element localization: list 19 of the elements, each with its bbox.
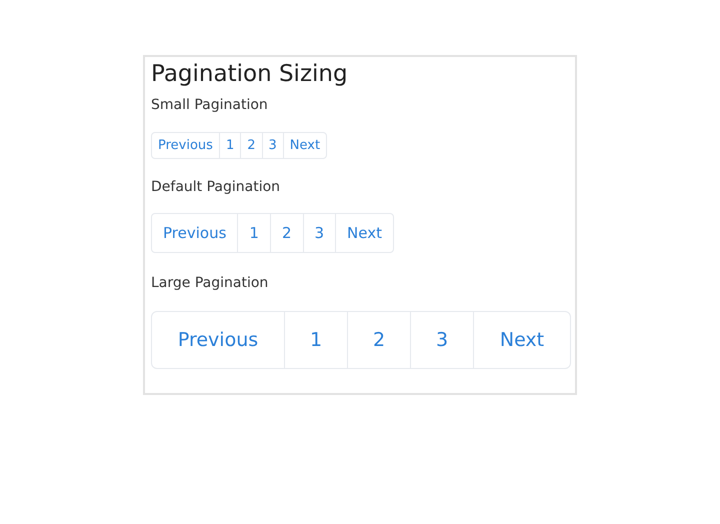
page-link[interactable]: 3 bbox=[410, 312, 473, 368]
page-link[interactable]: Next bbox=[335, 214, 393, 252]
page-link[interactable]: Previous bbox=[152, 214, 238, 252]
page-link[interactable]: Next bbox=[282, 133, 326, 158]
section-label: Default Pagination bbox=[151, 179, 282, 195]
page-link[interactable]: Previous bbox=[152, 312, 284, 368]
page-link[interactable]: 2 bbox=[240, 133, 262, 158]
page-title: Pagination Sizing bbox=[151, 60, 349, 89]
page-link[interactable]: 3 bbox=[302, 214, 336, 252]
section-label: Large Pagination bbox=[151, 275, 270, 291]
page-link[interactable]: 3 bbox=[262, 133, 283, 158]
page-link[interactable]: Next bbox=[473, 312, 570, 368]
page-link[interactable]: 1 bbox=[237, 214, 270, 252]
page-link[interactable]: 2 bbox=[347, 312, 410, 368]
page-link[interactable]: Previous bbox=[152, 133, 219, 158]
page-link[interactable]: 1 bbox=[218, 133, 240, 158]
section-label: Small Pagination bbox=[151, 97, 269, 113]
page-link[interactable]: 1 bbox=[284, 312, 347, 368]
page-link[interactable]: 2 bbox=[270, 214, 302, 252]
